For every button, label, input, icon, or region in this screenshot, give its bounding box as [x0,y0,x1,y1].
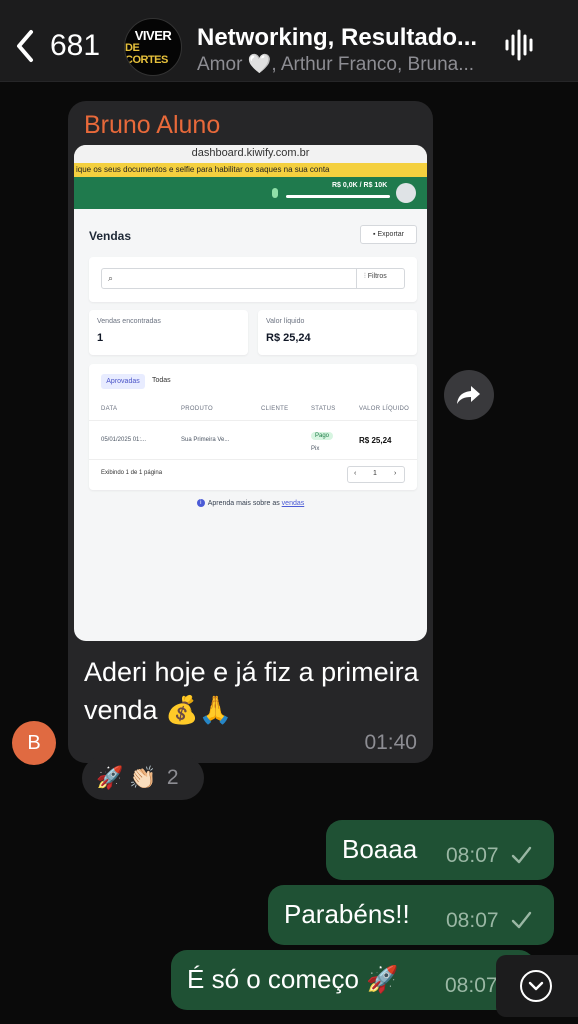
screenshot-user-avatar [396,183,416,203]
attached-screenshot[interactable]: dashboard.kiwify.com.br ique os seus doc… [74,145,427,641]
message-time: 08:07 [445,974,498,997]
sent-check-icon [511,846,532,864]
screenshot-search-card: ⌕ ⫶ Filtros [89,257,417,302]
page-number: 1 [373,470,377,477]
rocket-reaction[interactable]: 🚀 [96,765,123,791]
sender-avatar[interactable]: B [12,721,56,765]
message-text: Boaaa [342,834,418,864]
back-chevron-icon[interactable] [10,26,40,66]
pager-text: Exibindo 1 de 1 página [101,470,163,476]
search-icon: ⌕ [108,273,114,283]
incoming-message-bubble[interactable]: Bruno Aluno dashboard.kiwify.com.br ique… [68,101,433,763]
screenshot-export-button: ▪ Exportar [360,225,417,244]
screenshot-search-box: ⌕ ⫶ Filtros [101,268,405,289]
status-badge: Pago [311,432,334,440]
scroll-to-bottom-button[interactable] [496,955,578,1017]
stat-label: Vendas encontradas [97,318,161,325]
sent-check-icon [511,911,532,929]
cell-method: Pix [311,446,320,452]
chat-header: 681 VIVER DE CORTES Networking, Resultad… [0,0,578,82]
screenshot-progress-bar [286,195,390,198]
outgoing-message-bubble[interactable]: Parabéns!! 08:07 [268,885,554,945]
next-page-icon: › [394,470,397,477]
column-header: DATA [101,406,118,412]
message-time: 08:07 [446,909,499,932]
tab-approved: Aprovadas [101,374,145,389]
sender-name[interactable]: Bruno Aluno [84,111,220,140]
column-header: VALOR LÍQUIDO [359,406,410,412]
level-indicator-icon [272,188,278,198]
message-time: 01:40 [364,731,417,754]
column-header: PRODUTO [181,406,213,412]
filter-text: Filtros [367,273,387,280]
chat-title[interactable]: Networking, Resultado... [197,24,497,52]
learn-prefix: Aprenda mais sobre as [207,499,280,507]
cell-product: Sua Primeira Ve... [181,437,230,443]
stat-value: R$ 25,24 [266,332,311,344]
clap-reaction[interactable]: 👏🏻 [129,765,156,791]
screenshot-sales-table: Aprovadas Todas DATA PRODUTO CLIENTE STA… [89,364,417,490]
message-text: Aderi hoje e já fiz a primeira venda 💰🙏 [84,657,419,725]
table-row: 05/01/2025 01:... Sua Primeira Ve... Pag… [89,420,417,460]
screenshot-top-bar: R$ 0,0K / R$ 10K [74,177,427,209]
message-text: Parabéns!! [284,899,410,929]
column-header: CLIENTE [261,406,289,412]
screenshot-heading: Vendas [89,229,132,243]
forward-share-button[interactable] [444,370,494,420]
reaction-count: 2 [166,766,179,789]
stat-label: Valor líquido [266,318,305,325]
tab-all: Todas [152,377,171,384]
outgoing-message-bubble[interactable]: É só o começo 🚀 08:07 [171,950,535,1010]
outgoing-message-bubble[interactable]: Boaaa 08:07 [326,820,554,880]
cell-date: 05/01/2025 01:... [101,437,147,443]
divider [356,269,357,288]
chat-members[interactable]: Amor 🤍, Arthur Franco, Bruna... [197,52,497,76]
prev-page-icon: ‹ [354,470,357,477]
group-avatar-line1: VIVER [134,27,172,43]
filter-label: ⫶ Filtros [364,273,387,280]
message-time: 08:07 [446,844,499,867]
group-avatar-line2: DE CORTES [125,41,168,66]
message-text: É só o começo 🚀 [187,964,399,994]
cell-value: R$ 25,24 [359,436,392,445]
group-avatar[interactable]: VIVER DE CORTES [124,18,182,76]
learn-link: vendas [281,499,305,507]
screenshot-stat-sales: Vendas encontradas 1 [89,310,248,355]
info-icon: i [196,499,205,507]
screenshot-url: dashboard.kiwify.com.br [74,145,427,163]
share-arrow-icon [457,386,480,404]
reactions-bar[interactable]: 🚀 👏🏻 2 [82,756,204,800]
chevron-down-icon [520,970,552,1002]
stat-value: 1 [97,332,104,344]
pager: ‹ 1 › [347,466,405,483]
unread-count[interactable]: 681 [50,29,100,63]
screenshot-progress-text: R$ 0,0K / R$ 10K [332,182,388,189]
column-header: STATUS [311,406,336,412]
screenshot-stat-net-value: Valor líquido R$ 25,24 [258,310,417,355]
export-label: Exportar [377,231,404,238]
voice-chat-icon[interactable] [503,28,537,62]
learn-more-text: i Aprenda mais sobre as vendas [74,499,427,507]
screenshot-warning-banner: ique os seus documentos e selfie para ha… [74,163,427,177]
